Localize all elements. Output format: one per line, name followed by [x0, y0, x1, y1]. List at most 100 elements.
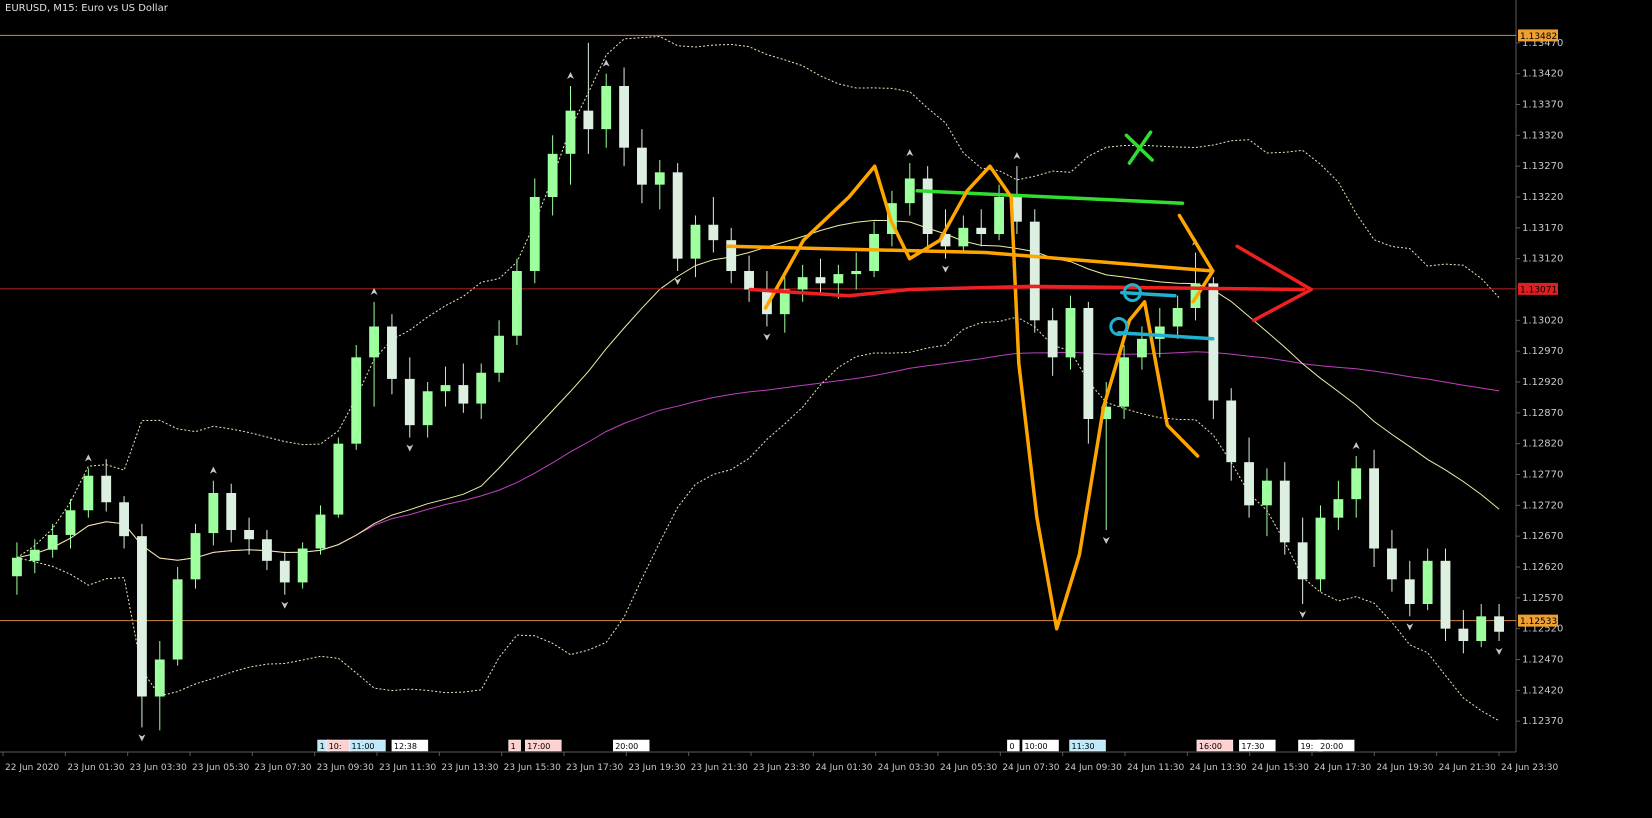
- y-tick-label: 1.13420: [1522, 69, 1563, 80]
- candle-body: [744, 271, 754, 290]
- y-tick-label: 1.12370: [1522, 716, 1563, 727]
- x-tick-label: 24 Jun 05:30: [940, 763, 997, 773]
- y-tick-label: 1.13020: [1522, 315, 1563, 326]
- drawn-orange-arrow-line: [725, 244, 1215, 273]
- candle-body: [262, 539, 272, 561]
- candle-body: [797, 277, 808, 290]
- x-tick-label: 23 Jun 05:30: [192, 763, 249, 773]
- fractal-down-arrow: [1299, 611, 1307, 618]
- candle-body: [1083, 308, 1094, 419]
- fractal-down-arrow: [1102, 537, 1110, 544]
- candle-body: [458, 385, 469, 404]
- candle-body: [369, 326, 379, 358]
- candle-body: [494, 335, 504, 373]
- event-tag-label: 11:30: [1072, 742, 1095, 751]
- candle-body: [244, 530, 254, 540]
- candle-body: [708, 224, 719, 241]
- event-tag-label: 1: [320, 742, 325, 751]
- x-tick-label: 24 Jun 07:30: [1002, 763, 1059, 773]
- candle-body: [440, 385, 451, 392]
- y-tick-label: 1.13320: [1522, 130, 1563, 141]
- y-tick-label: 1.12470: [1522, 655, 1563, 666]
- x-tick-label: 23 Jun 03:30: [130, 763, 187, 773]
- y-tick-label: 1.13120: [1522, 254, 1563, 265]
- y-tick-label: 1.13170: [1522, 223, 1563, 234]
- candle-body: [512, 271, 522, 336]
- candle-body: [333, 443, 344, 515]
- drawn-green-x-2: [1127, 130, 1153, 165]
- candle-body: [565, 110, 576, 154]
- candle-body: [1208, 283, 1219, 401]
- x-tick-label: 24 Jun 01:30: [815, 763, 872, 773]
- event-tag-label: 11:00: [351, 742, 374, 751]
- y-tick-label: 1.12820: [1522, 439, 1563, 450]
- x-tick-label: 24 Jun 17:30: [1314, 763, 1371, 773]
- candle-body: [154, 659, 165, 697]
- upper-bollinger-band: [16, 35, 1500, 559]
- event-tag-label: 1: [511, 742, 516, 751]
- x-tick-label: 23 Jun 13:30: [441, 763, 498, 773]
- candle-body: [190, 533, 201, 580]
- event-tag-label: 16:00: [1199, 742, 1222, 751]
- price-level-value: 1.13071: [1520, 285, 1557, 295]
- candle-body: [1047, 320, 1058, 358]
- fractal-up-arrow: [84, 454, 92, 462]
- candle-body: [137, 536, 147, 697]
- y-tick-label: 1.12670: [1522, 531, 1563, 542]
- y-tick-label: 1.12970: [1522, 346, 1563, 357]
- candle-body: [297, 548, 308, 583]
- candle-body: [1404, 579, 1415, 604]
- x-tick-label: 23 Jun 07:30: [254, 763, 311, 773]
- y-tick-label: 1.12570: [1522, 593, 1563, 604]
- x-tick-label: 24 Jun 13:30: [1189, 763, 1246, 773]
- candle-body: [315, 514, 326, 549]
- y-tick-label: 1.13270: [1522, 161, 1563, 172]
- candle-body: [994, 197, 1004, 234]
- price-level-value: 1.12533: [1520, 617, 1557, 627]
- x-tick-label: 24 Jun 09:30: [1065, 763, 1122, 773]
- fractal-down-arrow: [674, 278, 682, 285]
- drawn-green-line: [915, 189, 1185, 205]
- candle-body: [65, 510, 76, 535]
- event-tag-label: 20:00: [1320, 742, 1343, 751]
- price-level-value: 1.13482: [1520, 32, 1557, 42]
- x-tick-label: 24 Jun 19:30: [1376, 763, 1433, 773]
- candle-body: [869, 234, 879, 271]
- candle-body: [1369, 468, 1379, 549]
- candle-body: [119, 502, 129, 537]
- y-tick-label: 1.12620: [1522, 562, 1563, 573]
- candle-body: [654, 172, 665, 185]
- fractal-down-arrow: [138, 734, 146, 742]
- candle-body: [619, 86, 629, 148]
- candle-body: [601, 86, 612, 130]
- y-tick-label: 1.12920: [1522, 377, 1563, 388]
- candle-body: [1119, 357, 1129, 407]
- event-tag-label: 0: [1009, 742, 1014, 751]
- drawn-blue-line-2: [1117, 330, 1215, 341]
- x-tick-label: 23 Jun 21:30: [691, 763, 748, 773]
- candle-body: [851, 271, 862, 275]
- candle-body: [1172, 308, 1183, 327]
- candle-body: [1244, 462, 1254, 506]
- x-tick-label: 23 Jun 15:30: [504, 763, 561, 773]
- candle-body: [637, 147, 647, 185]
- fractal-down-arrow: [1406, 623, 1414, 631]
- candle-body: [1440, 560, 1451, 629]
- x-tick-label: 24 Jun 21:30: [1439, 763, 1496, 773]
- candle-body: [12, 557, 22, 577]
- fractal-down-arrow: [942, 265, 949, 273]
- x-tick-label: 23 Jun 09:30: [317, 763, 374, 773]
- candle-body: [1029, 221, 1040, 321]
- candle-body: [690, 224, 701, 259]
- candle-body: [1458, 628, 1469, 641]
- x-tick-label: 23 Jun 19:30: [628, 763, 685, 773]
- x-tick-label: 22 Jun 2020: [5, 763, 59, 773]
- fractal-up-arrow: [906, 149, 914, 157]
- candle-body: [976, 227, 987, 234]
- candle-body: [1422, 560, 1433, 604]
- event-tag-label: 12:38: [394, 742, 417, 751]
- candle-body: [1387, 548, 1397, 580]
- price-chart[interactable]: 1.134701.134201.133701.133201.132701.132…: [0, 0, 1652, 818]
- x-tick-label: 23 Jun 11:30: [379, 763, 436, 773]
- candle-body: [547, 153, 558, 197]
